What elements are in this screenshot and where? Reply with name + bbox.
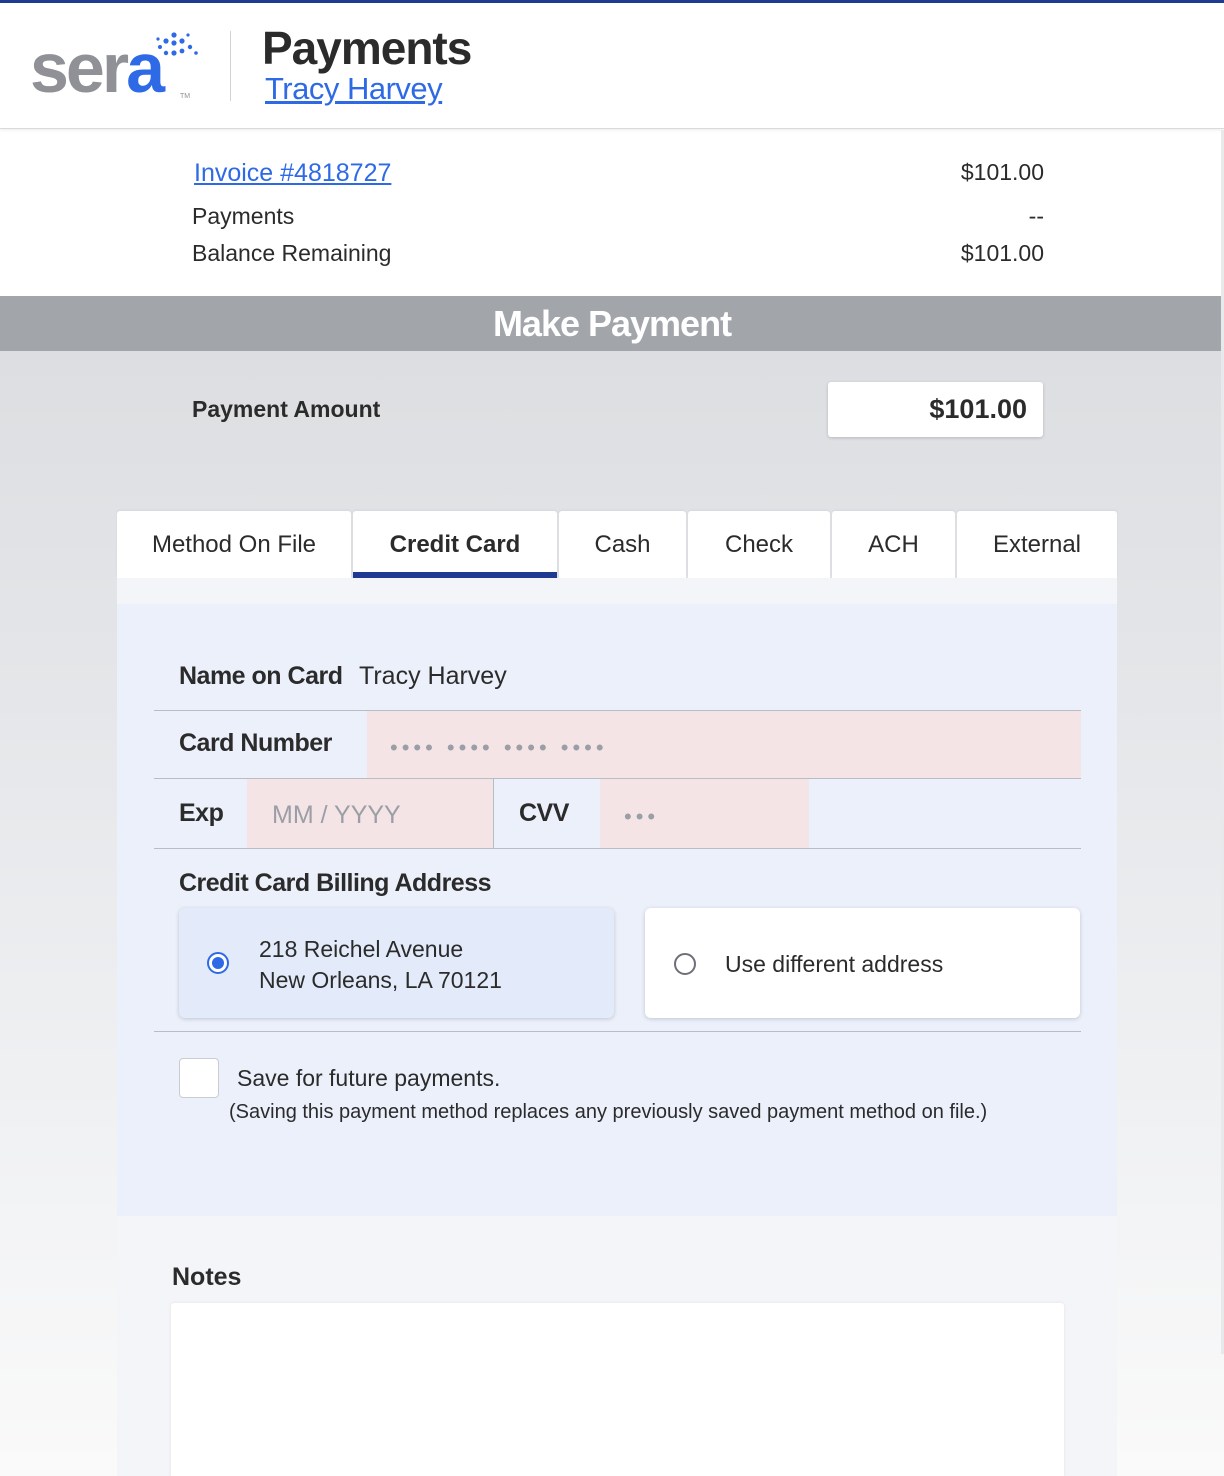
payments-value: -- <box>1028 203 1044 229</box>
divider <box>154 1031 1081 1032</box>
tab-ach[interactable]: ACH <box>832 511 955 578</box>
exp-cvv-separator <box>493 779 494 848</box>
payments-label: Payments <box>192 203 295 229</box>
cvv-placeholder: ••• <box>624 804 660 829</box>
tab-cash[interactable]: Cash <box>559 511 686 578</box>
tab-external[interactable]: External <box>957 511 1117 578</box>
card-number-label: Card Number <box>179 729 332 757</box>
header-divider <box>230 31 231 101</box>
notes-label: Notes <box>172 1263 242 1291</box>
billing-address-title: Credit Card Billing Address <box>179 869 492 897</box>
notes-textarea[interactable] <box>171 1303 1064 1476</box>
logo-trademark: TM <box>180 93 191 100</box>
logo-sparkle-icon <box>156 32 198 56</box>
different-address-radio[interactable] <box>674 953 696 975</box>
sera-logo: sera TM <box>30 31 205 106</box>
balance-label: Balance Remaining <box>192 240 392 266</box>
different-address-label: Use different address <box>725 951 944 977</box>
name-on-card-value[interactable]: Tracy Harvey <box>359 662 507 691</box>
exp-label: Exp <box>179 799 224 827</box>
save-for-future-label: Save for future payments. <box>237 1065 501 1091</box>
divider <box>154 848 1081 849</box>
invoice-link[interactable]: Invoice #4818727 <box>194 159 391 188</box>
name-on-card-label: Name on Card <box>179 662 343 690</box>
saved-address-radio[interactable] <box>207 952 229 974</box>
page-title: Payments <box>262 22 472 74</box>
make-payment-banner: Make Payment <box>0 296 1224 351</box>
page-header: sera TM Payments Tracy Harvey <box>0 3 1224 129</box>
saved-address-line2: New Orleans, LA 70121 <box>259 967 502 993</box>
payment-amount-input[interactable]: $101.00 <box>828 382 1043 437</box>
cvv-label: CVV <box>519 799 569 827</box>
invoice-amount: $101.00 <box>960 159 1044 185</box>
exp-placeholder: MM / YYYY <box>272 801 401 829</box>
saved-address-option[interactable] <box>179 908 614 1018</box>
tab-method-on-file[interactable]: Method On File <box>117 511 351 578</box>
balance-value: $101.00 <box>960 240 1044 266</box>
patient-name-link[interactable]: Tracy Harvey <box>265 71 443 107</box>
tab-credit-card[interactable]: Credit Card <box>353 511 557 578</box>
payment-amount-label: Payment Amount <box>192 396 381 422</box>
tab-check[interactable]: Check <box>688 511 830 578</box>
save-for-future-note: (Saving this payment method replaces any… <box>229 1101 988 1123</box>
saved-address-line1: 218 Reichel Avenue <box>259 936 464 962</box>
card-number-placeholder: •••• •••• •••• •••• <box>390 735 608 760</box>
save-for-future-checkbox[interactable] <box>179 1058 219 1098</box>
logo-text-main: ser <box>30 29 129 107</box>
